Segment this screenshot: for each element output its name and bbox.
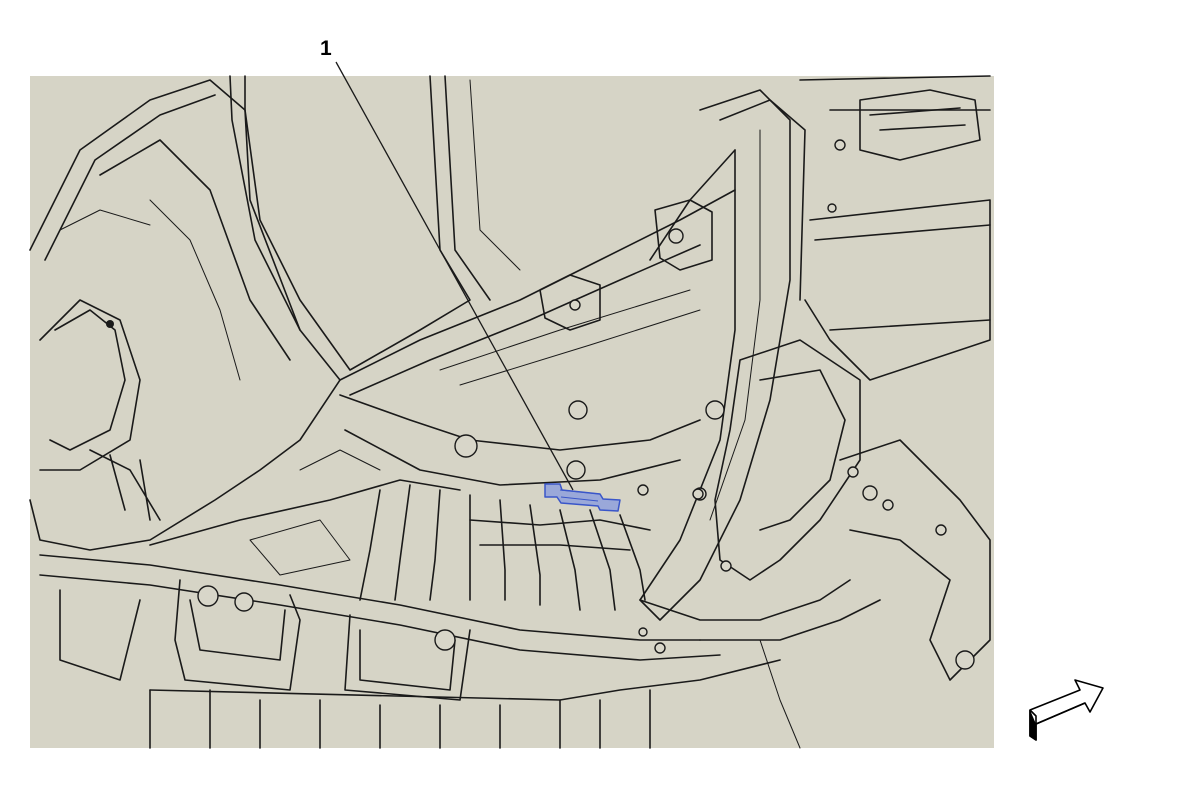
callout-label-1: 1 (320, 37, 332, 60)
vehicle-body-illustration: 1 (29, 37, 1104, 749)
front-direction-arrow-icon (1029, 679, 1104, 741)
illustration-panel (30, 76, 994, 748)
